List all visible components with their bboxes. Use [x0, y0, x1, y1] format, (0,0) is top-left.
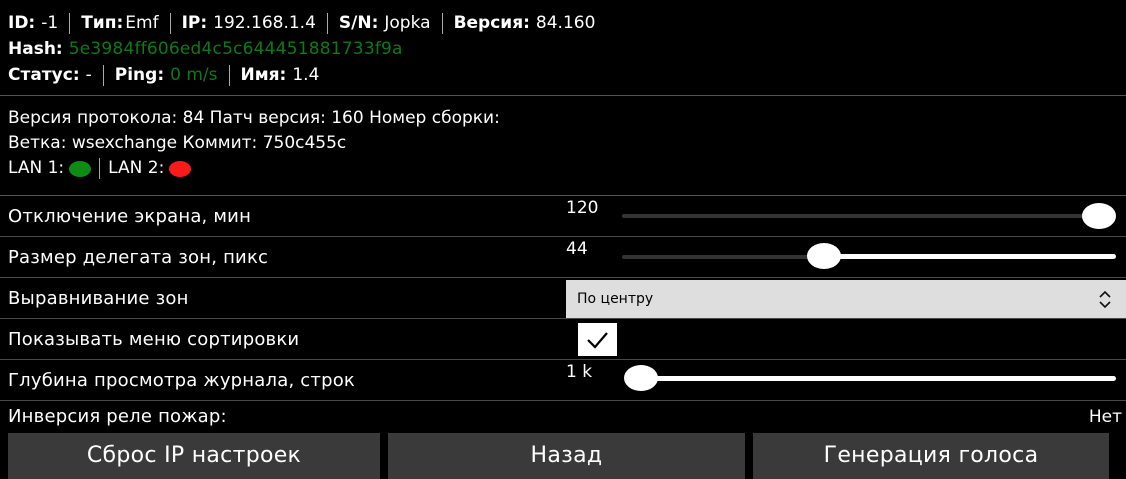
separator	[326, 12, 328, 34]
ip-value: 192.168.1.4	[213, 13, 316, 33]
slider-track-fill	[822, 254, 1116, 259]
zone-align-label: Выравнивание зон	[8, 288, 189, 309]
separator	[169, 12, 171, 34]
setting-screen-off: Отключение экрана, мин 120	[0, 196, 1126, 237]
separator	[102, 64, 104, 86]
zone-align-select[interactable]: По центру	[566, 280, 1126, 318]
log-depth-value: 1 k	[566, 362, 593, 382]
slider-track	[622, 255, 822, 259]
show-sort-menu-checkbox[interactable]	[578, 323, 617, 356]
type-label: Тип:	[81, 13, 124, 33]
setting-fire-relay-inversion: Инверсия реле пожар: Нет	[0, 401, 1126, 433]
zone-delegate-value: 44	[566, 239, 588, 259]
name-label: Имя:	[240, 65, 287, 85]
status-label: Статус:	[8, 65, 80, 85]
ping-value: 0 m/s	[170, 65, 218, 85]
slider-track-fill	[640, 376, 1116, 381]
ping-label: Ping:	[114, 65, 165, 85]
device-info-line-2: Hash: 5e3984ff606ed4c5c644451881733f9a	[8, 36, 1126, 62]
type-value: Emf	[125, 13, 159, 33]
hash-value: 5e3984ff606ed4c5c644451881733f9a	[68, 39, 403, 59]
separator	[228, 64, 230, 86]
fire-relay-inversion-value[interactable]: Нет	[1089, 401, 1122, 433]
setting-log-depth: Глубина просмотра журнала, строк 1 k	[0, 360, 1126, 401]
checkmark-icon	[587, 332, 608, 349]
status-value: -	[85, 65, 92, 85]
sn-label: S/N:	[338, 13, 379, 33]
device-info-panel: ID: -1 Тип: Emf IP: 192.168.1.4 S/N: Jop…	[0, 0, 1126, 96]
log-depth-label: Глубина просмотра журнала, строк	[8, 370, 355, 391]
name-value: 1.4	[292, 65, 320, 85]
lan2-label: LAN 2:	[108, 158, 165, 178]
id-value: -1	[41, 13, 59, 33]
zone-align-selected: По центру	[577, 291, 654, 307]
branch-info: Ветка: wsexchange Коммит: 750c455c	[8, 133, 347, 153]
show-sort-menu-label: Показывать меню сортировки	[8, 329, 300, 350]
setting-show-sort-menu: Показывать меню сортировки	[0, 319, 1126, 360]
lan2-status-indicator	[169, 160, 192, 177]
zone-delegate-label: Размер делегата зон, пикс	[8, 247, 269, 268]
screen-off-slider-handle[interactable]	[1082, 203, 1116, 229]
device-info-line-3: Статус: - Ping: 0 m/s Имя: 1.4	[8, 62, 1126, 88]
ip-label: IP:	[181, 13, 208, 33]
version-label: Версия:	[453, 13, 530, 33]
log-depth-slider-handle[interactable]	[624, 365, 658, 391]
hash-label: Hash:	[8, 39, 63, 59]
separator	[99, 158, 101, 179]
version-value: 84.160	[535, 13, 596, 33]
setting-zone-align: Выравнивание зон По центру	[0, 278, 1126, 319]
lan-status: LAN 1: LAN 2:	[8, 156, 1126, 181]
slider-track	[622, 214, 1100, 218]
device-info-line-1: ID: -1 Тип: Emf IP: 192.168.1.4 S/N: Jop…	[8, 10, 1126, 36]
build-info-panel: Версия протокола: 84 Патч версия: 160 Но…	[0, 97, 1126, 196]
fire-relay-inversion-label: Инверсия реле пожар:	[8, 406, 227, 427]
screen-off-value: 120	[566, 198, 599, 218]
screen-off-label: Отключение экрана, мин	[8, 206, 252, 227]
separator	[441, 12, 443, 34]
zone-delegate-slider-handle[interactable]	[807, 243, 841, 269]
id-label: ID:	[8, 13, 36, 33]
separator	[69, 12, 71, 34]
reset-ip-button[interactable]: Сброс IP настроек	[8, 433, 380, 479]
protocol-info: Версия протокола: 84 Патч версия: 160 Но…	[8, 108, 500, 128]
setting-zone-delegate-size: Размер делегата зон, пикс 44	[0, 237, 1126, 278]
lan1-status-indicator	[69, 160, 92, 177]
sn-value: Jopka	[384, 13, 431, 33]
voice-generation-button[interactable]: Генерация голоса	[753, 433, 1109, 479]
lan1-label: LAN 1:	[8, 158, 65, 178]
back-button[interactable]: Назад	[388, 433, 745, 479]
